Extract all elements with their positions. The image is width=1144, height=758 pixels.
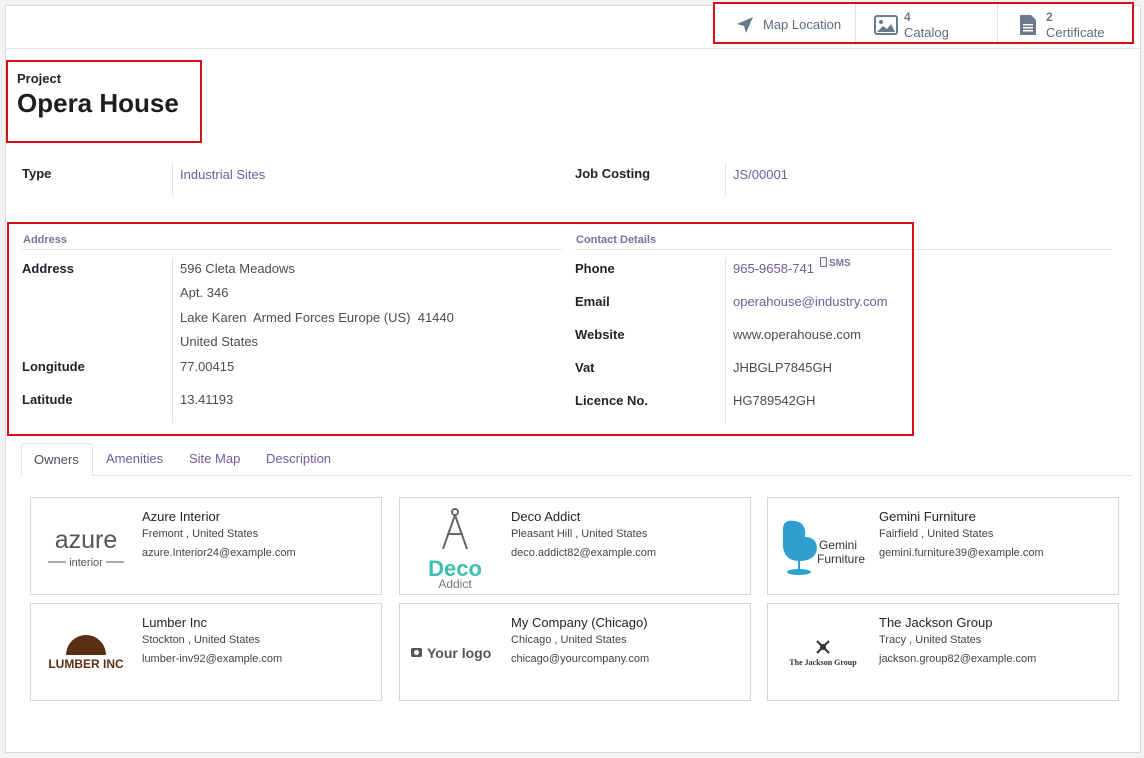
deco-addict-logo: Deco Addict [406,504,504,590]
owner-name: Gemini Furniture [879,509,976,524]
type-label: Type [22,166,52,181]
tab-amenities[interactable]: Amenities [94,443,175,476]
svg-text:Gemini: Gemini [819,538,857,552]
owner-card[interactable]: azure interior Azure Interior Fremont , … [30,497,382,595]
owner-card[interactable]: Your logo My Company (Chicago) Chicago ,… [399,603,751,701]
separator [172,163,173,196]
owner-location: Tracy , United States [879,634,982,646]
owner-email: azure.Interior24@example.com [142,547,296,559]
your-logo-placeholder: Your logo [406,610,504,696]
gemini-furniture-logo: Gemini Furniture [774,504,872,590]
owner-name: The Jackson Group [879,615,993,630]
separator [725,163,726,196]
owner-location: Fremont , United States [142,528,259,540]
owner-email: jackson.group82@example.com [879,653,1037,665]
owner-location: Pleasant Hill , United States [511,528,648,540]
owner-card[interactable]: Gemini Furniture Gemini Furniture Fairfi… [767,497,1119,595]
owner-email: lumber-inv92@example.com [142,653,283,665]
owner-email: deco.addict82@example.com [511,547,657,559]
owner-location: Fairfield , United States [879,528,994,540]
owner-name: Deco Addict [511,509,581,524]
type-value[interactable]: Industrial Sites [180,167,265,182]
owner-location: Chicago , United States [511,634,627,646]
owner-name: Lumber Inc [142,615,208,630]
svg-text:Furniture: Furniture [817,552,865,566]
tab-owners[interactable]: Owners [21,443,93,476]
project-name[interactable]: Opera House [17,88,179,119]
owner-email: gemini.furniture39@example.com [879,547,1044,559]
notebook-tabs: Owners Amenities Site Map Description [21,443,1132,476]
svg-text:The Jackson Group: The Jackson Group [789,658,857,667]
owner-name: Azure Interior [142,509,221,524]
owner-card[interactable]: Deco Addict Deco Addict Pleasant Hill , … [399,497,751,595]
svg-text:Your logo: Your logo [427,645,491,661]
lumber-inc-logo: LUMBER INC [37,610,135,696]
project-label: Project [17,71,62,86]
tab-description[interactable]: Description [254,443,343,476]
job-costing-value[interactable]: JS/00001 [733,167,788,182]
job-costing-label: Job Costing [575,166,651,181]
owner-name: My Company (Chicago) [511,615,648,630]
owner-email: chicago@yourcompany.com [511,653,650,665]
owner-location: Stockton , United States [142,634,261,646]
svg-text:interior: interior [69,557,103,569]
owner-card[interactable]: LUMBER INC Lumber Inc Stockton , United … [30,603,382,701]
tab-site-map[interactable]: Site Map [177,443,252,476]
owner-card[interactable]: The Jackson Group The Jackson Group Trac… [767,603,1119,701]
smart-buttons-highlight [713,2,1134,44]
svg-text:azure: azure [55,526,118,554]
svg-text:Addict: Addict [438,577,472,590]
svg-text:LUMBER INC: LUMBER INC [48,657,124,671]
jackson-group-logo: The Jackson Group [774,610,872,696]
details-highlight [7,222,914,436]
azure-logo: azure interior [37,504,135,590]
